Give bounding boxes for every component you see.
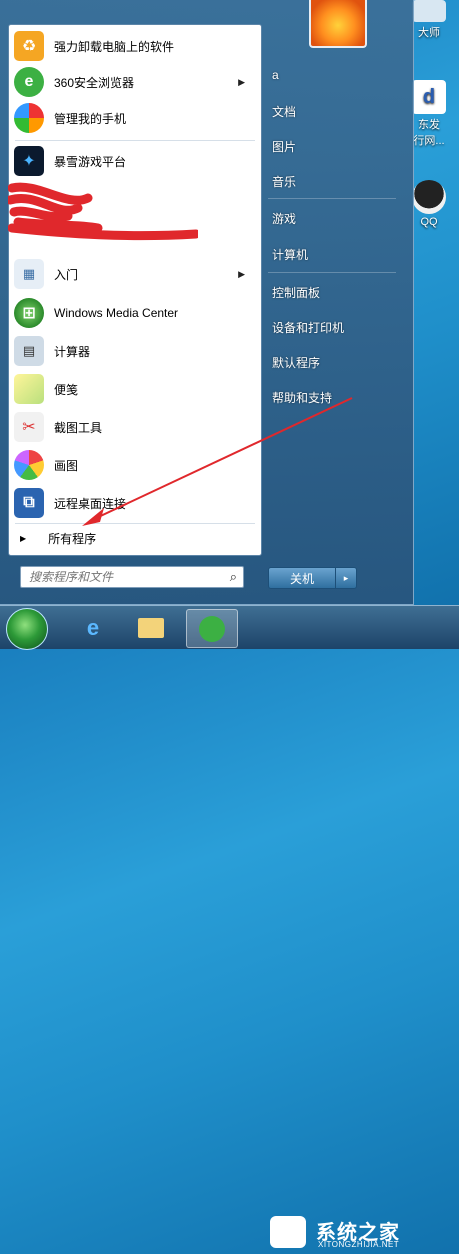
all-programs-label: 所有程序 (48, 531, 97, 546)
remote-desktop-icon: ⧉ (14, 488, 44, 518)
chevron-right-icon: ▸ (343, 572, 349, 583)
search-icon[interactable]: ⌕ (230, 569, 237, 585)
app-icon (412, 0, 446, 22)
battlenet-icon: ✦ (14, 146, 44, 176)
desktop-icon-label: 东发 (418, 119, 440, 131)
calculator-icon: ▤ (14, 336, 44, 366)
browser-360-icon: e (14, 67, 44, 97)
desktop-icon-label: 行网... (413, 135, 445, 147)
submenu-arrow-icon: ▶ (238, 268, 245, 279)
right-item-documents[interactable]: 文档 (272, 103, 296, 120)
watermark-url: XITONGZHIJIA.NET (318, 1240, 400, 1249)
program-item-phone-manager[interactable]: 管理我的手机 (11, 100, 257, 136)
right-item-music[interactable]: 音乐 (272, 173, 296, 190)
explorer-taskbar-button[interactable] (126, 609, 176, 646)
program-label: Windows Media Center (54, 306, 179, 320)
uninstall-icon: ♻ (14, 31, 44, 61)
red-scribble-redaction (8, 182, 198, 241)
program-label: 画图 (54, 458, 79, 473)
qq-penguin-icon (412, 180, 446, 214)
right-item-pictures[interactable]: 图片 (272, 138, 296, 155)
program-label: 远程桌面连接 (54, 496, 127, 511)
program-label: 计算器 (54, 344, 91, 359)
right-item-control-panel[interactable]: 控制面板 (272, 284, 320, 301)
divider (268, 272, 396, 273)
desktop-icon-label: 大师 (418, 27, 440, 39)
program-item-calculator[interactable]: ▤ 计算器 (11, 333, 257, 369)
internet-explorer-icon: e (86, 614, 100, 640)
program-item-uninstall[interactable]: ♻ 强力卸载电脑上的软件 (11, 28, 257, 64)
browser-360-icon (199, 615, 225, 642)
ie-taskbar-button[interactable]: e (68, 609, 118, 646)
paint-icon (14, 450, 44, 480)
program-item-sticky-notes[interactable]: 便笺 (11, 371, 257, 407)
shutdown-button[interactable]: 关机 (268, 567, 336, 589)
watermark-logo (270, 1216, 306, 1248)
program-item-snipping-tool[interactable]: ✂ 截图工具 (11, 409, 257, 445)
program-label: 入门 (54, 267, 79, 282)
sticky-notes-icon (14, 374, 44, 404)
getting-started-icon: ▦ (14, 259, 44, 289)
program-item-paint[interactable]: 画图 (11, 447, 257, 483)
right-item-user[interactable]: a (272, 68, 279, 82)
program-item-getting-started[interactable]: ▦ 入门 ▶ (11, 256, 257, 292)
program-label: 强力卸载电脑上的软件 (54, 39, 175, 54)
search-input[interactable] (27, 569, 221, 585)
divider (268, 198, 396, 199)
program-label: 便笺 (54, 382, 79, 397)
folder-icon (138, 617, 164, 638)
program-item-remote-desktop[interactable]: ⧉ 远程桌面连接 (11, 485, 257, 521)
shutdown-label: 关机 (289, 571, 314, 586)
taskbar: e 系统之家 XITONGZHIJIA.NET (0, 605, 459, 1249)
media-center-icon: ⊞ (14, 298, 44, 328)
watermark: 系统之家 XITONGZHIJIA.NET (264, 1210, 459, 1254)
programs-pane: ♻ 强力卸载电脑上的软件 e 360安全浏览器 ▶ 管理我的手机 ✦ 暴雪游戏平… (8, 24, 262, 556)
all-programs-button[interactable]: ▶ 所有程序 (12, 528, 252, 548)
program-item-media-center[interactable]: ⊞ Windows Media Center (11, 295, 257, 331)
divider (15, 523, 255, 524)
phone-manager-icon (14, 103, 44, 133)
right-item-computer[interactable]: 计算机 (272, 246, 308, 263)
right-item-default-programs[interactable]: 默认程序 (272, 354, 320, 371)
right-item-help-support[interactable]: 帮助和支持 (272, 389, 332, 406)
start-button-windows-orb[interactable] (6, 608, 48, 650)
video-app-icon: d (412, 80, 446, 114)
submenu-arrow-icon: ▶ (238, 76, 245, 87)
triangle-right-icon: ▶ (20, 533, 27, 543)
right-item-games[interactable]: 游戏 (272, 210, 296, 227)
desktop-icon-label: QQ (420, 216, 438, 228)
shutdown-options-button[interactable]: ▸ (335, 567, 357, 589)
browser-360-taskbar-button[interactable] (186, 609, 238, 648)
program-item-battlenet[interactable]: ✦ 暴雪游戏平台 (11, 143, 257, 179)
search-box[interactable]: ⌕ (20, 566, 244, 588)
right-item-devices-printers[interactable]: 设备和打印机 (272, 319, 344, 336)
program-item-360-browser[interactable]: e 360安全浏览器 ▶ (11, 64, 257, 100)
snipping-tool-icon: ✂ (14, 412, 44, 442)
start-menu: ♻ 强力卸载电脑上的软件 e 360安全浏览器 ▶ 管理我的手机 ✦ 暴雪游戏平… (0, 0, 414, 605)
user-picture-flower[interactable] (309, 0, 367, 48)
program-label: 截图工具 (54, 420, 103, 435)
program-label: 暴雪游戏平台 (54, 154, 127, 169)
divider (15, 140, 255, 141)
program-label: 360安全浏览器 (54, 75, 135, 90)
program-label: 管理我的手机 (54, 111, 127, 126)
